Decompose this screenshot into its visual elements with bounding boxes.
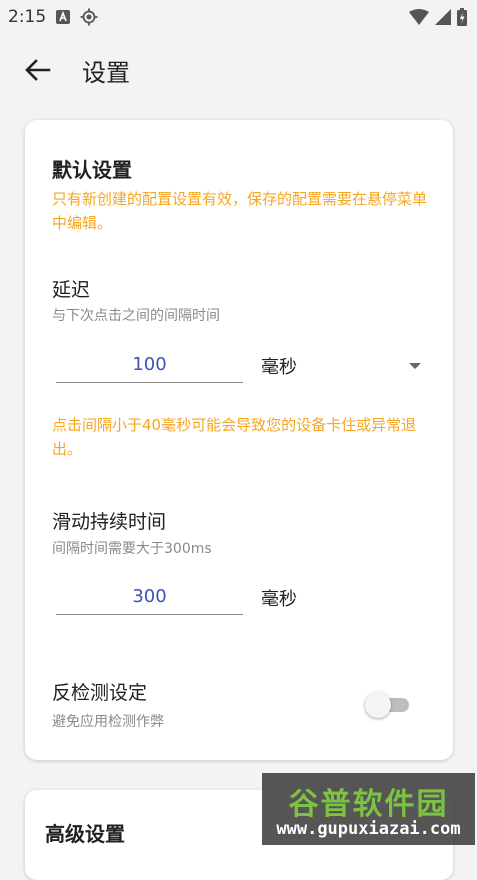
signal-icon <box>435 9 451 25</box>
advanced-settings-title: 高级设置 <box>45 822 125 846</box>
default-settings-warning: 只有新创建的配置设置有效，保存的配置需要在悬停菜单中编辑。 <box>52 190 428 232</box>
delay-unit-select[interactable]: 毫秒 <box>261 353 297 379</box>
delay-warning: 点击间隔小于40毫秒可能会导致您的设备卡住或异常退出。 <box>52 416 417 458</box>
page-title: 设置 <box>82 58 130 87</box>
back-button[interactable] <box>18 50 58 90</box>
status-right <box>409 8 467 26</box>
anti-detect-hint: 避免应用检测作弊 <box>52 714 164 730</box>
toggle-thumb <box>365 692 391 718</box>
swipe-duration-input[interactable]: 300 <box>56 582 243 615</box>
watermark-url: www.gupuxiazai.com <box>276 819 461 839</box>
status-left: 2:15 <box>8 7 98 27</box>
anti-detect-label: 反检测设定 <box>52 682 148 704</box>
default-settings-card: 默认设置 只有新创建的配置设置有效，保存的配置需要在悬停菜单中编辑。 延迟 与下… <box>25 120 453 760</box>
notification-a-icon <box>56 10 71 24</box>
location-crosshair-icon <box>80 8 98 26</box>
watermark-logo: 谷普软件园 www.gupuxiazai.com <box>262 773 475 845</box>
arrow-left-icon <box>25 59 51 81</box>
battery-charging-icon <box>457 8 467 26</box>
status-time: 2:15 <box>8 7 47 27</box>
watermark-title: 谷普软件园 <box>288 787 449 822</box>
swipe-duration-unit: 毫秒 <box>261 589 297 610</box>
wifi-icon <box>409 9 429 25</box>
default-settings-title: 默认设置 <box>52 158 132 182</box>
delay-hint: 与下次点击之间的间隔时间 <box>52 308 220 324</box>
app-bar: 设置 <box>0 34 477 106</box>
dropdown-arrow-icon[interactable] <box>409 363 421 369</box>
swipe-duration-label: 滑动持续时间 <box>52 511 167 533</box>
status-bar: 2:15 <box>0 0 477 34</box>
delay-input[interactable]: 100 <box>56 350 243 383</box>
anti-detect-toggle[interactable] <box>365 692 413 718</box>
swipe-duration-hint: 间隔时间需要大于300ms <box>52 541 212 557</box>
delay-label: 延迟 <box>52 279 91 301</box>
